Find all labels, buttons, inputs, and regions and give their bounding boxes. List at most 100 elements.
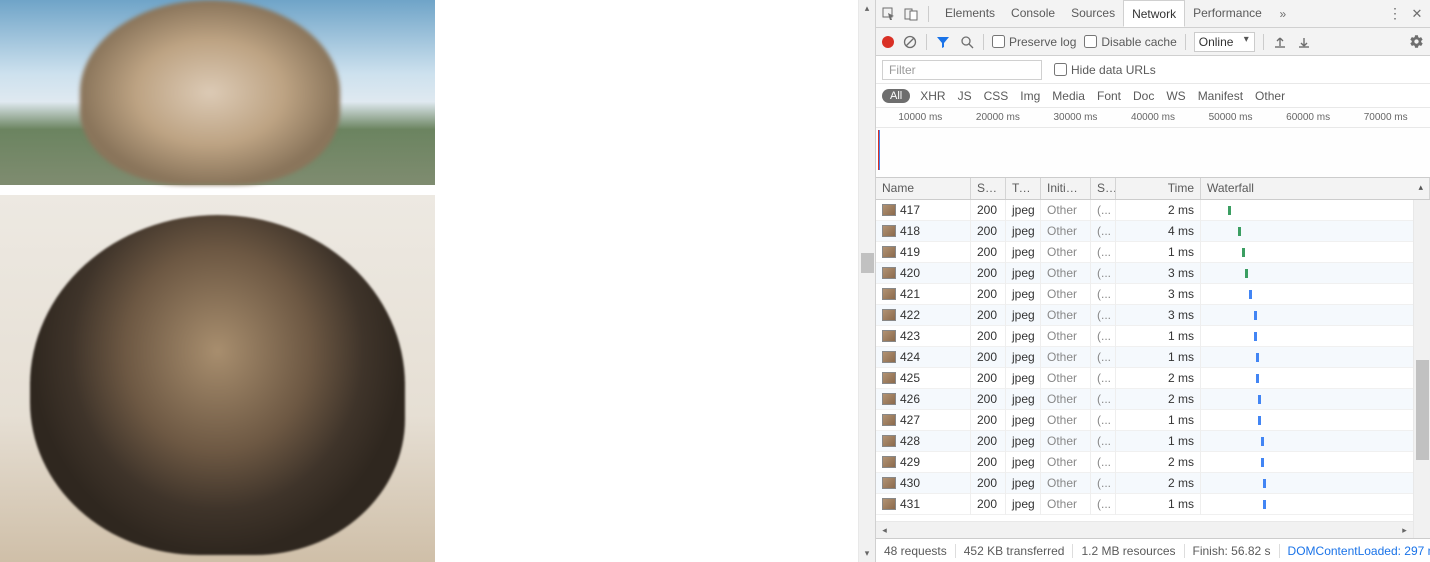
clear-icon[interactable] (902, 34, 918, 50)
table-row[interactable]: 428200jpegOther(...1 ms (876, 431, 1430, 452)
filter-bar: Hide data URLs (876, 56, 1430, 84)
cell-type: jpeg (1006, 389, 1041, 410)
table-row[interactable]: 425200jpegOther(...2 ms (876, 368, 1430, 389)
device-toolbar-icon[interactable] (902, 5, 920, 23)
status-transferred: 452 KB transferred (956, 544, 1074, 558)
col-status[interactable]: Sta... (971, 178, 1006, 199)
cell-type: jpeg (1006, 431, 1041, 452)
type-filter-ws[interactable]: WS (1166, 89, 1185, 103)
page-image-1 (0, 0, 435, 185)
table-row[interactable]: 419200jpegOther(...1 ms (876, 242, 1430, 263)
timeline-overview[interactable]: 10000 ms20000 ms30000 ms40000 ms50000 ms… (876, 108, 1430, 178)
table-row[interactable]: 424200jpegOther(...1 ms (876, 347, 1430, 368)
hide-data-urls-checkbox[interactable]: Hide data URLs (1054, 63, 1156, 77)
cell-type: jpeg (1006, 221, 1041, 242)
scroll-thumb[interactable] (1416, 360, 1429, 460)
type-filter-manifest[interactable]: Manifest (1198, 89, 1243, 103)
preserve-log-checkbox[interactable]: Preserve log (992, 35, 1076, 49)
page-scrollbar[interactable]: ▴ ▾ (858, 0, 875, 562)
filter-input[interactable] (882, 60, 1042, 80)
close-devtools-icon[interactable]: ✕ (1408, 5, 1426, 23)
disable-cache-checkbox[interactable]: Disable cache (1084, 35, 1176, 49)
tab-network[interactable]: Network (1123, 0, 1185, 27)
record-icon[interactable] (882, 36, 894, 48)
col-initiator[interactable]: Initiator (1041, 178, 1091, 199)
table-row[interactable]: 427200jpegOther(...1 ms (876, 410, 1430, 431)
cell-type: jpeg (1006, 452, 1041, 473)
type-filter-doc[interactable]: Doc (1133, 89, 1154, 103)
file-icon (882, 330, 896, 342)
table-row[interactable]: 421200jpegOther(...3 ms (876, 284, 1430, 305)
cell-type: jpeg (1006, 473, 1041, 494)
col-type[interactable]: Type (1006, 178, 1041, 199)
type-filter-all[interactable]: All (882, 89, 910, 103)
type-filter-xhr[interactable]: XHR (920, 89, 945, 103)
table-row[interactable]: 422200jpegOther(...3 ms (876, 305, 1430, 326)
cell-size: (... (1091, 263, 1116, 284)
cell-type: jpeg (1006, 305, 1041, 326)
table-horizontal-scrollbar[interactable]: ◂▸ (876, 521, 1413, 538)
status-resources: 1.2 MB resources (1073, 544, 1184, 558)
table-row[interactable]: 418200jpegOther(...4 ms (876, 221, 1430, 242)
scroll-right-icon[interactable]: ▸ (1396, 522, 1413, 538)
table-row[interactable]: 426200jpegOther(...2 ms (876, 389, 1430, 410)
table-row[interactable]: 429200jpegOther(...2 ms (876, 452, 1430, 473)
col-size[interactable]: Si... (1091, 178, 1116, 199)
tab-performance[interactable]: Performance (1185, 0, 1270, 27)
type-filter-css[interactable]: CSS (984, 89, 1009, 103)
cell-waterfall (1201, 389, 1430, 410)
kebab-menu-icon[interactable]: ⋮ (1386, 5, 1404, 23)
table-vertical-scrollbar[interactable] (1413, 200, 1430, 538)
cell-type: jpeg (1006, 263, 1041, 284)
cell-name: 418 (900, 221, 920, 242)
cell-waterfall (1201, 200, 1430, 221)
timeline-tick: 20000 ms (976, 112, 1020, 123)
table-row[interactable]: 423200jpegOther(...1 ms (876, 326, 1430, 347)
tab-sources[interactable]: Sources (1063, 0, 1123, 27)
table-row[interactable]: 417200jpegOther(...2 ms (876, 200, 1430, 221)
table-headers[interactable]: Name Sta... Type Initiator Si... Time Wa… (876, 178, 1430, 200)
page-image-2 (0, 195, 435, 562)
cell-status: 200 (971, 494, 1006, 515)
type-filter-js[interactable]: JS (958, 89, 972, 103)
tab-console[interactable]: Console (1003, 0, 1063, 27)
type-filter-img[interactable]: Img (1020, 89, 1040, 103)
scroll-left-icon[interactable]: ◂ (876, 522, 893, 538)
scroll-up-icon[interactable]: ▴ (859, 0, 875, 17)
col-time[interactable]: Time (1116, 178, 1201, 199)
cell-status: 200 (971, 410, 1006, 431)
col-waterfall[interactable]: Waterfall▴ (1201, 178, 1430, 199)
cell-type: jpeg (1006, 347, 1041, 368)
type-filter-media[interactable]: Media (1052, 89, 1085, 103)
cell-time: 4 ms (1116, 221, 1201, 242)
download-har-icon[interactable] (1296, 34, 1312, 50)
cell-name: 426 (900, 389, 920, 410)
cell-status: 200 (971, 431, 1006, 452)
search-icon[interactable] (959, 34, 975, 50)
col-name[interactable]: Name (876, 178, 971, 199)
table-row[interactable]: 431200jpegOther(...1 ms (876, 494, 1430, 515)
filter-icon[interactable] (935, 34, 951, 50)
type-filter-font[interactable]: Font (1097, 89, 1121, 103)
tab-elements[interactable]: Elements (937, 0, 1003, 27)
settings-gear-icon[interactable] (1408, 34, 1424, 50)
cell-status: 200 (971, 242, 1006, 263)
network-toolbar: Preserve log Disable cache Online (876, 28, 1430, 56)
table-row[interactable]: 420200jpegOther(...3 ms (876, 263, 1430, 284)
timeline-tick: 70000 ms (1364, 112, 1408, 123)
scroll-thumb[interactable] (861, 253, 874, 273)
table-row[interactable]: 430200jpegOther(...2 ms (876, 473, 1430, 494)
type-filter-other[interactable]: Other (1255, 89, 1285, 103)
cell-status: 200 (971, 326, 1006, 347)
throttle-select[interactable]: Online (1194, 32, 1255, 52)
cell-name: 429 (900, 452, 920, 473)
scroll-down-icon[interactable]: ▾ (859, 545, 875, 562)
cell-type: jpeg (1006, 494, 1041, 515)
cell-status: 200 (971, 305, 1006, 326)
upload-har-icon[interactable] (1272, 34, 1288, 50)
cell-size: (... (1091, 221, 1116, 242)
inspect-element-icon[interactable] (880, 5, 898, 23)
overflow-tabs-icon[interactable]: » (1274, 5, 1292, 23)
file-icon (882, 288, 896, 300)
file-icon (882, 204, 896, 216)
